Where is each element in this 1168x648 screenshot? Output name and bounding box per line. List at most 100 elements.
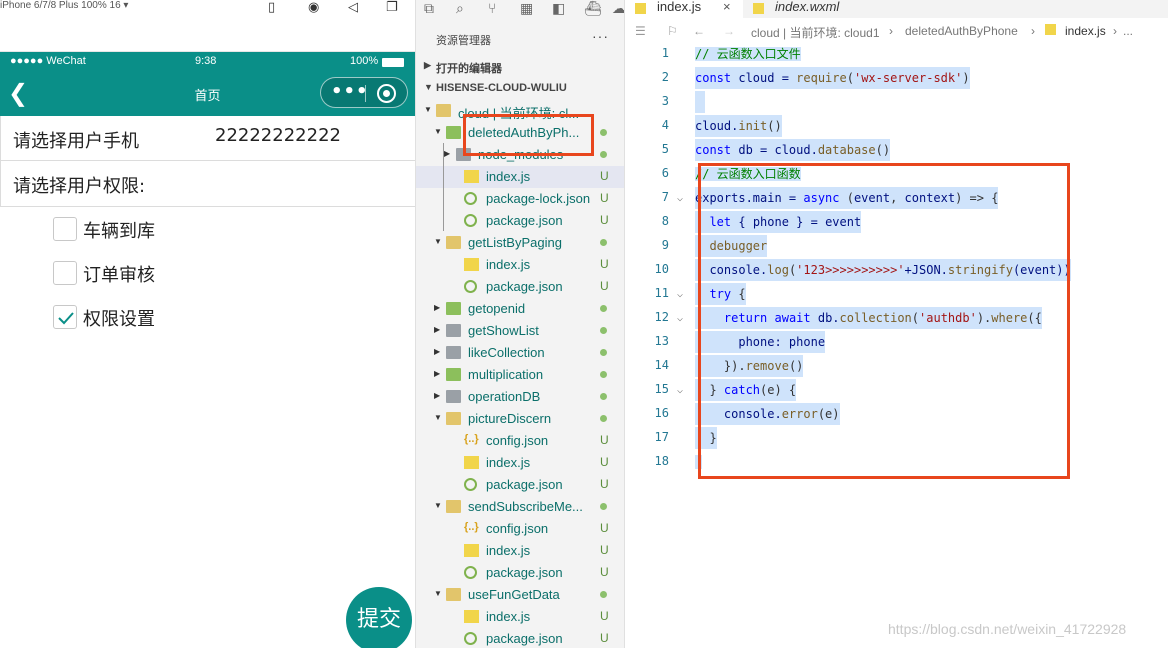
chevron-right-icon[interactable]: ▶ [434,325,440,334]
checkmark-icon [58,312,74,325]
tree-item[interactable]: ▶ getShowList [416,320,624,342]
submit-button[interactable]: 提交 [346,587,412,648]
modified-dot-icon [600,129,607,136]
tree-item[interactable]: package-lock.json U [416,188,624,210]
tree-item-label: package.json [486,279,563,294]
fold-chevron-icon[interactable]: ⌵ [677,385,683,396]
chevron-right-icon[interactable]: ▶ [434,347,440,356]
cloud-icon[interactable]: ☁ [612,0,624,17]
wxml-file-icon [753,3,764,14]
json-file-icon [464,632,477,645]
more-actions-icon[interactable]: ··· [592,28,609,44]
tab-index-wxml[interactable]: index.wxml [743,0,883,18]
git-status-badge: U [600,257,609,271]
code-line-1[interactable]: // 云函数入口文件 [695,43,801,65]
chevron-down-icon[interactable]: ▼ [434,413,442,422]
tree-item[interactable]: ▼ sendSubscribeMe... [416,496,624,518]
checkbox[interactable] [53,261,77,285]
phone-icon[interactable]: ▯ [268,0,275,15]
phone-select-row[interactable]: 请选择用户手机 22222222222 [0,116,415,161]
line-number: 10 [654,262,669,276]
docker-icon[interactable]: ⛴ [584,0,602,17]
phone-select-value[interactable]: 22222222222 [215,125,341,146]
chevron-right-icon[interactable]: ▶ [434,369,440,378]
bookmark-icon[interactable]: ⚐ [667,24,678,38]
project-section[interactable]: ▼ HISENSE-CLOUD-WULIU [416,78,624,100]
tree-item[interactable]: ▶ multiplication [416,364,624,386]
open-editors-section[interactable]: ▶ 打开的编辑器 [416,56,624,78]
chevron-down-icon[interactable]: ▼ [434,127,442,136]
tree-item[interactable]: ▶ likeCollection [416,342,624,364]
checkbox-checked[interactable] [53,305,77,329]
chevron-down-icon[interactable]: ▼ [434,237,442,246]
code-line-2[interactable]: const cloud = require('wx-server-sdk') [695,67,970,89]
permission-row: 请选择用户权限: [0,161,415,207]
tree-item[interactable]: index.js U [416,166,624,188]
search-icon[interactable]: ⌕ [456,0,464,17]
copy-icon[interactable]: ❐ [386,0,398,15]
tree-item[interactable]: package.json U [416,210,624,232]
forward-icon[interactable]: → [723,24,735,38]
tree-item[interactable]: ▶ getopenid [416,298,624,320]
tree-item[interactable]: ▶ operationDB [416,386,624,408]
chevron-right-icon[interactable]: ▶ [434,391,440,400]
back-icon[interactable]: ← [693,24,705,38]
breadcrumb-file[interactable]: index.js [1065,24,1106,38]
tree-item[interactable]: ▼ useFunGetData [416,584,624,606]
clock-text: 9:38 [195,55,217,67]
code-text: cloud = [731,71,797,85]
line-number: 8 [661,214,669,228]
tree-item[interactable]: package.json U [416,276,624,298]
checkbox[interactable] [53,217,77,241]
tree-item-label: package-lock.json [486,191,591,206]
tree-item[interactable]: {..} config.json U [416,518,624,540]
close-target-icon[interactable] [377,84,396,103]
code-line-3[interactable] [695,91,709,113]
tree-item[interactable]: index.js U [416,452,624,474]
tree-item[interactable]: index.js U [416,254,624,276]
tree-item-label: index.js [486,455,531,470]
volume-icon[interactable]: ◁ [348,0,358,15]
debug-icon[interactable]: ◧ [552,0,565,17]
capsule-divider [365,85,366,102]
fold-chevron-icon[interactable]: ⌵ [677,313,683,324]
fold-chevron-icon[interactable]: ⌵ [677,193,683,204]
extensions-icon[interactable]: ▦ [520,0,533,17]
tree-item[interactable]: ▼ getListByPaging [416,232,624,254]
git-status-badge: U [600,213,609,227]
modified-dot-icon [600,371,607,378]
tree-item[interactable]: ▼ pictureDiscern [416,408,624,430]
tree-item-label: likeCollection [468,345,545,360]
device-selector[interactable]: iPhone 6/7/8 Plus 100% 16 ▾ [0,0,128,11]
tab-index-js[interactable]: index.js × [625,0,743,18]
chevron-right-icon[interactable]: ▶ [434,303,440,312]
breadcrumb-cloud[interactable]: cloud | 当前环境: cloud1 [751,24,880,41]
chevron-down-icon[interactable]: ▼ [434,501,442,510]
git-status-badge: U [600,521,609,535]
tree-item[interactable]: index.js U [416,540,624,562]
js-file-icon [464,610,479,623]
breadcrumb-more[interactable]: ... [1123,24,1133,38]
record-icon[interactable]: ◉ [308,0,319,15]
fold-chevron-icon[interactable]: ⌵ [677,289,683,300]
js-file-icon [635,3,646,14]
source-control-icon[interactable]: ⑂ [488,0,496,16]
tree-item-label: package.json [486,631,563,646]
more-icon[interactable]: ••• [331,81,369,102]
chevron-right-icon: ▶ [424,60,431,70]
chevron-down-icon[interactable]: ▼ [424,105,432,114]
files-icon[interactable]: ⧉ [424,0,434,17]
permission-label: 请选择用户权限: [13,176,146,197]
list-icon[interactable]: ☰ [635,24,646,38]
close-icon[interactable]: × [723,0,731,14]
tree-item[interactable]: package.json U [416,628,624,648]
chevron-down-icon[interactable]: ▼ [434,589,442,598]
tree-item[interactable]: {..} config.json U [416,430,624,452]
tree-item[interactable]: package.json U [416,562,624,584]
breadcrumb-folder[interactable]: deletedAuthByPhone [905,24,1018,38]
tree-item[interactable]: index.js U [416,606,624,628]
code-line-4[interactable]: cloud.init() [695,115,782,137]
chevron-right-icon[interactable]: ▶ [444,149,450,158]
tree-item[interactable]: package.json U [416,474,624,496]
code-line-5[interactable]: const db = cloud.database() [695,139,891,161]
